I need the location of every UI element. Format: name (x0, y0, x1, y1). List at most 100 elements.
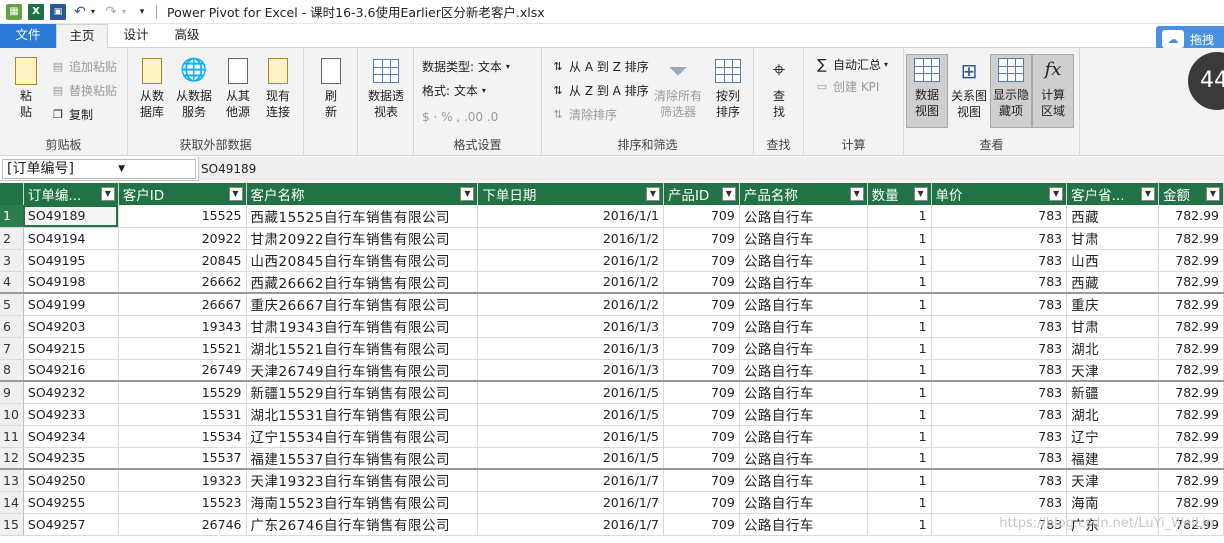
table-row[interactable]: 10 SO49233 15531 湖北15531自行车销售有限公司 2016/1/5 70… (0, 403, 1224, 426)
table-cell[interactable]: 783 (931, 227, 1068, 250)
table-row[interactable]: 7 SO49215 15521 湖北15521自行车销售有限公司 2016/1/3 709… (0, 337, 1224, 360)
table-cell[interactable]: 1 (867, 403, 932, 426)
table-cell[interactable]: 709 (663, 249, 740, 272)
row-number[interactable]: 2 (0, 227, 24, 250)
save-icon[interactable]: ▣ (50, 3, 66, 20)
table-cell[interactable]: 甘肃 (1066, 315, 1159, 338)
row-number[interactable]: 11 (0, 425, 24, 448)
table-cell[interactable]: 公路自行车 (739, 337, 868, 360)
filter-dropdown-icon[interactable]: ▼ (645, 187, 660, 201)
table-cell[interactable]: 783 (931, 205, 1068, 228)
number-format-buttons[interactable]: $ · % , .00 .0 (422, 108, 498, 126)
from-service-button[interactable]: 🌐 从数据 服务 (174, 56, 214, 120)
tab-advanced[interactable]: 高级 (164, 24, 210, 48)
table-cell[interactable]: 甘肃19343自行车销售有限公司 (246, 315, 479, 338)
row-number[interactable]: 13 (0, 468, 24, 492)
table-cell[interactable]: SO49216 (23, 359, 119, 382)
table-cell[interactable]: 西藏26662自行车销售有限公司 (246, 271, 479, 294)
row-number[interactable]: 4 (0, 271, 24, 294)
table-cell[interactable]: 709 (663, 513, 740, 536)
column-header[interactable]: 产品ID ▼ (663, 183, 740, 205)
append-paste-button[interactable]: ▤ 追加粘贴 (50, 58, 117, 76)
column-header[interactable]: 订单编... ▼ (23, 183, 119, 205)
table-cell[interactable]: 2016/1/3 (477, 315, 664, 338)
table-cell[interactable]: 福建 (1066, 447, 1159, 470)
table-cell[interactable]: 782.99 (1158, 403, 1224, 426)
table-cell[interactable]: 公路自行车 (739, 249, 868, 272)
table-cell[interactable]: 15525 (118, 205, 247, 228)
row-number[interactable]: 15 (0, 513, 24, 536)
table-cell[interactable]: 783 (931, 425, 1068, 448)
table-cell[interactable]: 709 (663, 359, 740, 382)
table-cell[interactable]: 783 (931, 491, 1068, 514)
table-cell[interactable]: 西藏 (1066, 271, 1159, 294)
table-cell[interactable]: 公路自行车 (739, 359, 868, 382)
select-all-corner[interactable] (0, 183, 24, 205)
table-row[interactable]: 14 SO49255 15523 海南15523自行车销售有限公司 2016/1/7 70… (0, 491, 1224, 514)
table-cell[interactable]: 782.99 (1158, 468, 1224, 492)
tab-home[interactable]: 主页 (56, 24, 108, 49)
table-cell[interactable]: 2016/1/2 (477, 271, 664, 294)
table-cell[interactable]: 783 (931, 403, 1068, 426)
table-cell[interactable]: 1 (867, 380, 932, 404)
table-cell[interactable]: 新疆 (1066, 380, 1159, 404)
table-cell[interactable]: 783 (931, 271, 1068, 294)
table-cell[interactable]: 公路自行车 (739, 315, 868, 338)
table-cell[interactable]: 山西20845自行车销售有限公司 (246, 249, 479, 272)
table-cell[interactable]: 湖北15531自行车销售有限公司 (246, 403, 479, 426)
table-cell[interactable]: 15537 (118, 447, 247, 470)
row-number[interactable]: 14 (0, 491, 24, 514)
table-cell[interactable]: 782.99 (1158, 315, 1224, 338)
table-cell[interactable]: 西藏15525自行车销售有限公司 (246, 205, 479, 228)
redo-dropdown-icon[interactable]: ▾ (120, 4, 128, 20)
table-cell[interactable]: 15521 (118, 337, 247, 360)
from-other-button[interactable]: 从其 他源 (220, 56, 256, 120)
table-cell[interactable]: 甘肃 (1066, 227, 1159, 250)
table-cell[interactable]: 709 (663, 380, 740, 404)
table-cell[interactable]: 1 (867, 205, 932, 228)
clear-filters-button[interactable]: ⏷ 清除所有 筛选器 (652, 56, 704, 120)
column-header[interactable]: 客户省... ▼ (1066, 183, 1159, 205)
table-cell[interactable]: SO49199 (23, 292, 119, 316)
column-header[interactable]: 客户ID ▼ (118, 183, 247, 205)
calculation-area-button[interactable]: fx 计算 区域 (1032, 54, 1074, 128)
row-number[interactable]: 9 (0, 380, 24, 404)
table-cell[interactable]: 709 (663, 491, 740, 514)
table-cell[interactable]: 1 (867, 359, 932, 382)
table-cell[interactable]: 2016/1/5 (477, 380, 664, 404)
excel-switch-icon[interactable]: X (28, 3, 44, 20)
table-cell[interactable]: 1 (867, 271, 932, 294)
row-number[interactable]: 6 (0, 315, 24, 338)
table-cell[interactable]: 709 (663, 468, 740, 492)
table-cell[interactable]: 783 (931, 380, 1068, 404)
table-cell[interactable]: 天津19323自行车销售有限公司 (246, 468, 479, 492)
row-number[interactable]: 5 (0, 292, 24, 316)
table-cell[interactable]: 广东26746自行车销售有限公司 (246, 513, 479, 536)
table-cell[interactable]: 天津 (1066, 468, 1159, 492)
table-row[interactable]: 12 SO49235 15537 福建15537自行车销售有限公司 2016/1/5 70… (0, 447, 1224, 470)
table-cell[interactable]: 15529 (118, 380, 247, 404)
formula-value[interactable]: SO49189 (198, 157, 1224, 181)
table-cell[interactable]: 湖北 (1066, 403, 1159, 426)
data-type-dropdown[interactable]: 数据类型: 文本 ▾ (422, 58, 510, 76)
table-cell[interactable]: SO49215 (23, 337, 119, 360)
table-cell[interactable]: 公路自行车 (739, 513, 868, 536)
table-cell[interactable]: 公路自行车 (739, 292, 868, 316)
table-cell[interactable]: 20845 (118, 249, 247, 272)
table-row[interactable]: 5 SO49199 26667 重庆26667自行车销售有限公司 2016/1/2 709… (0, 292, 1224, 316)
table-cell[interactable]: 709 (663, 447, 740, 470)
table-cell[interactable]: 709 (663, 292, 740, 316)
table-row[interactable]: 3 SO49195 20845 山西20845自行车销售有限公司 2016/1/2 709… (0, 249, 1224, 272)
table-cell[interactable]: 2016/1/5 (477, 403, 664, 426)
column-header[interactable]: 金额 ▼ (1158, 183, 1224, 205)
table-cell[interactable]: 19323 (118, 468, 247, 492)
table-row[interactable]: 8 SO49216 26749 天津26749自行车销售有限公司 2016/1/3 709… (0, 359, 1224, 382)
table-cell[interactable]: 782.99 (1158, 425, 1224, 448)
filter-dropdown-icon[interactable]: ▼ (100, 187, 115, 201)
table-cell[interactable]: 公路自行车 (739, 205, 868, 228)
table-cell[interactable]: 山西 (1066, 249, 1159, 272)
table-cell[interactable]: 天津26749自行车销售有限公司 (246, 359, 479, 382)
table-cell[interactable]: 2016/1/3 (477, 359, 664, 382)
paste-button[interactable]: 粘 贴 (8, 56, 44, 120)
table-row[interactable]: 9 SO49232 15529 新疆15529自行车销售有限公司 2016/1/5 709… (0, 380, 1224, 404)
